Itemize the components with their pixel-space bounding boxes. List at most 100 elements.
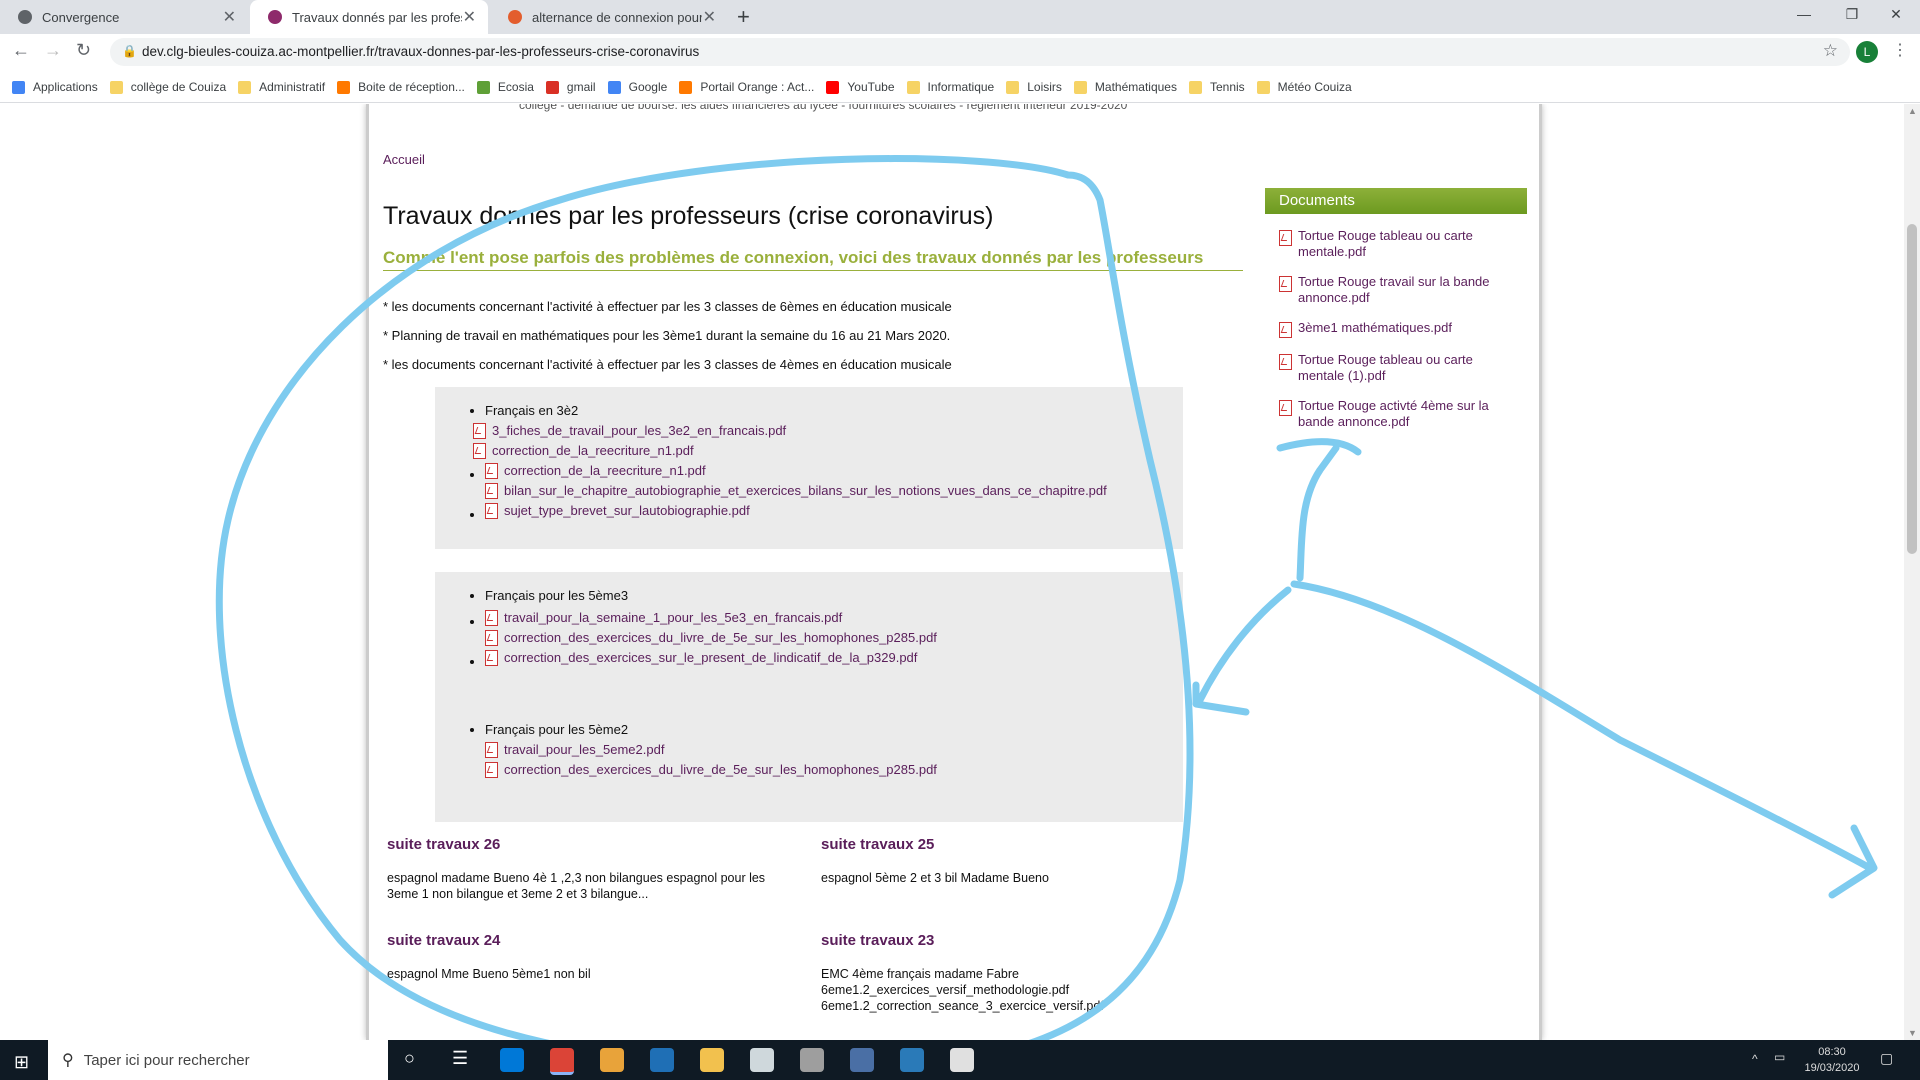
clock[interactable]: 08:30 19/03/2020 bbox=[1790, 1044, 1874, 1076]
file-link[interactable]: travail_pour_les_5eme2.pdf bbox=[485, 740, 1183, 760]
bookmark-folder-icon bbox=[679, 80, 693, 94]
bookmark-item[interactable]: Boite de réception... bbox=[337, 80, 465, 94]
document-link[interactable]: Tortue Rouge tableau ou carte mentale.pd… bbox=[1279, 228, 1509, 260]
toolbar: ← → ↻ 🔒 dev.clg-bieules-couiza.ac-montpe… bbox=[0, 34, 1920, 70]
task-view-icon[interactable]: ☰ bbox=[452, 1048, 468, 1069]
document-link[interactable]: Tortue Rouge activté 4ème sur la bande a… bbox=[1279, 398, 1509, 430]
search-placeholder[interactable]: Taper ici pour rechercher bbox=[84, 1052, 250, 1069]
address-bar[interactable]: 🔒 dev.clg-bieules-couiza.ac-montpellier.… bbox=[110, 38, 1850, 66]
profile-avatar[interactable]: L bbox=[1856, 41, 1878, 63]
top-menu-cut[interactable]: collège - demande de bourse: les aides f… bbox=[519, 104, 1127, 112]
close-icon[interactable]: ✕ bbox=[703, 7, 716, 27]
file-link[interactable]: sujet_type_brevet_sur_lautobiographie.pd… bbox=[485, 501, 1183, 521]
app-icon[interactable] bbox=[650, 1048, 674, 1072]
close-icon[interactable]: ✕ bbox=[223, 7, 236, 27]
settings-icon[interactable] bbox=[800, 1048, 824, 1072]
bookmark-item[interactable]: Google bbox=[607, 80, 667, 94]
document-icon[interactable] bbox=[950, 1048, 974, 1072]
news-title[interactable]: suite travaux 24 bbox=[387, 932, 500, 949]
bookmark-item[interactable]: collège de Couiza bbox=[109, 80, 226, 94]
app-icon[interactable] bbox=[600, 1048, 624, 1072]
news-body: espagnol madame Bueno 4è 1 ,2,3 non bila… bbox=[387, 871, 766, 901]
intro-line-math[interactable]: * Planning de travail en mathématiques p… bbox=[383, 328, 950, 343]
bookmark-item[interactable]: Informatique bbox=[906, 80, 994, 94]
news-title[interactable]: suite travaux 26 bbox=[387, 836, 500, 853]
box-francais-5e: Français pour les 5ème3 travail_pour_la_… bbox=[435, 572, 1183, 822]
url-text[interactable]: dev.clg-bieules-couiza.ac-montpellier.fr… bbox=[142, 44, 699, 59]
file-link[interactable]: correction_des_exercices_du_livre_de_5e_… bbox=[485, 760, 1183, 780]
pdf-icon bbox=[1279, 322, 1292, 338]
page-content: collège - demande de bourse: les aides f… bbox=[366, 104, 1542, 1040]
news-title[interactable]: suite travaux 25 bbox=[821, 836, 934, 853]
bookmark-item[interactable]: Tennis bbox=[1188, 80, 1245, 94]
list-item: Français pour les 5ème2 travail_pour_les… bbox=[485, 720, 1183, 780]
pdf-icon bbox=[1279, 400, 1292, 416]
bookmark-folder-icon bbox=[1256, 80, 1270, 94]
bookmark-item[interactable]: Applications bbox=[12, 80, 98, 94]
file-link[interactable]: correction_de_la_reecriture_n1.pdf bbox=[473, 441, 1183, 461]
scrollbar-thumb[interactable] bbox=[1907, 224, 1917, 554]
scroll-up-icon[interactable]: ▲ bbox=[1908, 106, 1917, 116]
bookmark-folder-icon bbox=[337, 80, 351, 94]
app-icon[interactable] bbox=[500, 1048, 524, 1072]
photos-icon[interactable] bbox=[750, 1048, 774, 1072]
intro-line-music-6[interactable]: * les documents concernant l'activité à … bbox=[383, 299, 952, 314]
tab-favicon-icon bbox=[18, 10, 32, 24]
tray-chevron-icon[interactable]: ^ bbox=[1752, 1052, 1758, 1066]
breadcrumb[interactable]: Accueil bbox=[383, 152, 425, 167]
menu-icon[interactable]: ⋮ bbox=[1892, 40, 1908, 60]
news-body: espagnol 5ème 2 et 3 bil Madame Bueno bbox=[821, 871, 1049, 885]
notifications-icon[interactable]: ▢ bbox=[1880, 1050, 1893, 1067]
file-link[interactable]: 3_fiches_de_travail_pour_les_3e2_en_fran… bbox=[473, 421, 1183, 441]
new-tab-button[interactable]: + bbox=[737, 4, 750, 30]
file-link[interactable]: correction_des_exercices_sur_le_present_… bbox=[485, 648, 1183, 668]
bookmark-folder-icon bbox=[476, 80, 490, 94]
bookmark-item[interactable]: Ecosia bbox=[476, 80, 534, 94]
cortana-icon[interactable]: ○ bbox=[404, 1048, 415, 1069]
document-link[interactable]: Tortue Rouge travail sur la bande annonc… bbox=[1279, 274, 1509, 306]
bookmarks-bar: Applications collège de Couiza Administrat… bbox=[0, 72, 1920, 103]
bookmark-item[interactable]: Mathématiques bbox=[1073, 80, 1177, 94]
document-link[interactable]: Tortue Rouge tableau ou carte mentale (1… bbox=[1279, 352, 1509, 384]
bookmark-item[interactable]: Portail Orange : Act... bbox=[679, 80, 814, 94]
box-heading: Français pour les 5ème3 bbox=[485, 588, 629, 603]
page-subtitle: Comme l'ent pose parfois des problèmes d… bbox=[383, 249, 1243, 271]
scroll-down-icon[interactable]: ▼ bbox=[1908, 1028, 1917, 1038]
windows-start-icon[interactable]: ⊞ bbox=[14, 1052, 29, 1073]
page-scrollbar[interactable]: ▲ ▼ bbox=[1904, 104, 1920, 1040]
bookmark-item[interactable]: Administratif bbox=[238, 80, 325, 94]
bookmark-star-icon[interactable]: ☆ bbox=[1823, 41, 1838, 61]
tab-favicon-icon bbox=[508, 10, 522, 24]
taskbar-search[interactable]: ⚲ Taper ici pour rechercher bbox=[48, 1040, 388, 1080]
file-link[interactable]: travail_pour_la_semaine_1_pour_les_5e3_e… bbox=[485, 608, 1183, 628]
chrome-icon[interactable] bbox=[550, 1048, 574, 1075]
tab-alternance[interactable]: alternance de connexion pour ne ✕ bbox=[490, 0, 728, 34]
file-link[interactable]: bilan_sur_le_chapitre_autobiographie_et_… bbox=[485, 481, 1183, 501]
network-icon[interactable]: ▭ bbox=[1774, 1050, 1785, 1064]
close-icon[interactable]: ✕ bbox=[463, 7, 476, 27]
tab-convergence[interactable]: Convergence ✕ bbox=[0, 0, 248, 34]
file-link[interactable]: correction_des_exercices_du_livre_de_5e_… bbox=[485, 628, 1183, 648]
file-explorer-icon[interactable] bbox=[700, 1048, 724, 1072]
intro-line-music-4[interactable]: * les documents concernant l'activité à … bbox=[383, 357, 952, 372]
reload-icon[interactable]: ↻ bbox=[76, 40, 91, 61]
bookmark-item[interactable]: gmail bbox=[545, 80, 596, 94]
forward-icon[interactable]: → bbox=[44, 40, 62, 61]
file-link[interactable]: correction_de_la_reecriture_n1.pdf bbox=[485, 461, 1183, 481]
bookmark-item[interactable]: Loisirs bbox=[1006, 80, 1062, 94]
list-item: travail_pour_la_semaine_1_pour_les_5e3_e… bbox=[485, 608, 1183, 648]
bookmark-folder-icon bbox=[109, 80, 123, 94]
bookmark-item[interactable]: Météo Couiza bbox=[1256, 80, 1352, 94]
documents-panel: Documents Tortue Rouge tableau ou carte … bbox=[1265, 188, 1527, 430]
tab-favicon-icon bbox=[268, 10, 282, 24]
app-icon[interactable] bbox=[850, 1048, 874, 1072]
back-icon[interactable]: ← bbox=[12, 40, 30, 61]
app-icon[interactable] bbox=[900, 1048, 924, 1072]
close-window-button[interactable]: ✕ bbox=[1868, 0, 1920, 30]
bookmark-item[interactable]: YouTube bbox=[826, 80, 895, 94]
tab-travaux[interactable]: Travaux donnés par les professeurs ✕ bbox=[250, 0, 488, 34]
apps-grid-icon bbox=[12, 80, 25, 94]
news-title[interactable]: suite travaux 23 bbox=[821, 932, 934, 949]
document-link[interactable]: 3ème1 mathématiques.pdf bbox=[1279, 320, 1509, 338]
news-body: espagnol Mme Bueno 5ème1 non bil bbox=[387, 967, 591, 981]
